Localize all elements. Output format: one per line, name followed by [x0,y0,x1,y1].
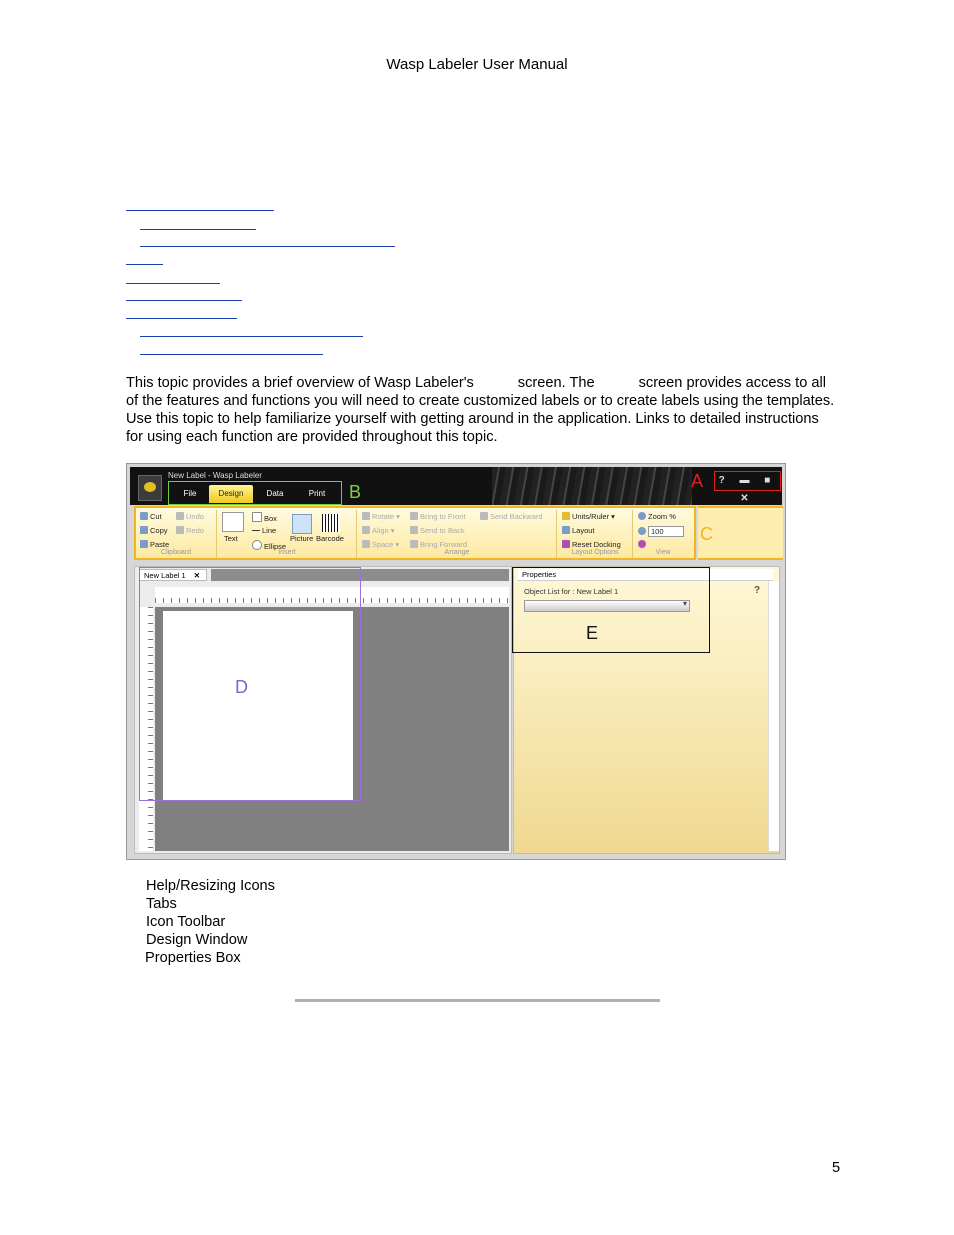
send-backward-button[interactable]: Send Backward [480,512,543,521]
barcode-icon[interactable] [322,514,340,532]
reset-docking-button[interactable]: Reset Docking [562,540,621,549]
align-icon [362,526,370,534]
scrollbar[interactable] [768,581,779,851]
group-label: View [655,549,671,556]
zoom-out-button[interactable] [638,540,648,549]
callout-e: E [586,623,599,643]
callout-c: C [700,524,713,544]
redo-icon [176,526,184,534]
undo-button[interactable]: Undo [176,512,204,521]
rotate-button[interactable]: Rotate ▾ [362,512,400,521]
design-callout-box [139,567,361,801]
title-bar-graphic [492,467,692,505]
send-to-back-button[interactable]: Send to Back [410,526,465,535]
tab-design[interactable]: Design [209,485,253,503]
toc-link[interactable] [126,318,237,319]
space-icon [362,540,370,548]
insert-group: Text Box Line Ellipse Picture Barcode In… [218,510,357,558]
box-button[interactable]: Box [252,512,277,523]
legend-item: Design Window [146,932,248,948]
design-window: New Label 1 ✕ D [134,566,512,854]
help-icon[interactable]: ? [754,585,760,596]
text-button-label: Text [224,534,238,543]
line-icon [252,530,260,531]
divider [295,999,660,1002]
picture-button-label: Picture [290,534,314,543]
app-screenshot: New Label - Wasp Labeler File Design Dat… [126,463,786,860]
barcode-button-label: Barcode [316,534,344,543]
group-label: Insert [278,549,296,556]
page-header: Wasp Labeler User Manual [386,56,568,73]
redo-button[interactable]: Redo [176,526,204,535]
zoom-in-icon [638,527,646,535]
cut-button[interactable]: Cut [140,512,162,521]
app-title: New Label - Wasp Labeler [168,471,262,480]
group-label: Clipboard [161,549,191,556]
tabs-callout-box: File Design Data Print [168,481,342,505]
ruler-icon [562,512,570,520]
properties-box: Properties Object List for : New Label 1… [512,566,780,854]
align-button[interactable]: Align ▾ [362,526,395,535]
text-icon[interactable] [222,512,244,532]
paste-button[interactable]: Paste [140,540,169,549]
magnifier-icon [638,512,646,520]
bring-forward-button[interactable]: Bring Forward [410,540,467,549]
legend-item: Tabs [146,896,177,912]
group-label: Arrange [444,549,470,556]
line-button[interactable]: Line [252,526,276,535]
units-ruler-button[interactable]: Units/Ruler ▾ [562,512,615,521]
toc-link[interactable] [140,246,395,247]
legend-item: Properties Box [145,950,241,966]
legend-item: Icon Toolbar [146,914,226,930]
arrange-group: Rotate ▾ Align ▾ Space ▾ Bring to Front … [358,510,557,558]
toc-link[interactable] [126,283,220,284]
window-buttons[interactable]: ? ▬ ■ ✕ [714,471,781,504]
properties-callout-box [512,567,710,653]
toc-link[interactable] [126,210,274,211]
ribbon-toolbar: Cut Copy Paste Undo Redo Clipboard Text … [134,506,696,560]
layout-options-group: Units/Ruler ▾ Layout Reset Docking Layou… [558,510,633,558]
rotate-icon [362,512,370,520]
paste-icon [140,540,148,548]
copy-button[interactable]: Copy [140,526,168,535]
toc-link[interactable] [126,264,163,265]
bring-forward-icon [410,540,418,548]
toc-link[interactable] [126,300,242,301]
layout-button[interactable]: Layout [562,526,595,535]
toc-link[interactable] [140,354,323,355]
undo-icon [176,512,184,520]
wasp-logo-icon [138,475,162,501]
picture-icon[interactable] [292,514,312,534]
page-number: 5 [832,1160,841,1176]
bring-to-front-button[interactable]: Bring to Front [410,512,465,521]
title-bar: New Label - Wasp Labeler File Design Dat… [130,467,782,505]
intro-paragraph: This topic provides a brief overview of … [126,375,835,445]
toc-link[interactable] [140,336,363,337]
copy-icon [140,526,148,534]
clipboard-group: Cut Copy Paste Undo Redo Clipboard [136,510,217,558]
send-backward-icon [480,512,488,520]
tab-data[interactable]: Data [255,485,295,503]
scissors-icon [140,512,148,520]
space-button[interactable]: Space ▾ [362,540,399,549]
callout-b: B [349,482,362,502]
callout-d: D [235,677,248,697]
zoom-field[interactable]: 100 [638,526,684,537]
view-group: Zoom % 100 View [634,510,692,558]
tab-file[interactable]: File [173,485,207,503]
tab-print[interactable]: Print [297,485,337,503]
bring-front-icon [410,512,418,520]
send-back-icon [410,526,418,534]
zoom-button[interactable]: Zoom % [638,512,676,521]
reset-icon [562,540,570,548]
zoom-out-icon [638,540,646,548]
box-icon [252,512,262,522]
legend-item: Help/Resizing Icons [146,878,275,894]
toc-link[interactable] [140,229,256,230]
layout-icon [562,526,570,534]
group-label: Layout Options [571,549,619,556]
callout-a: A [691,471,704,491]
